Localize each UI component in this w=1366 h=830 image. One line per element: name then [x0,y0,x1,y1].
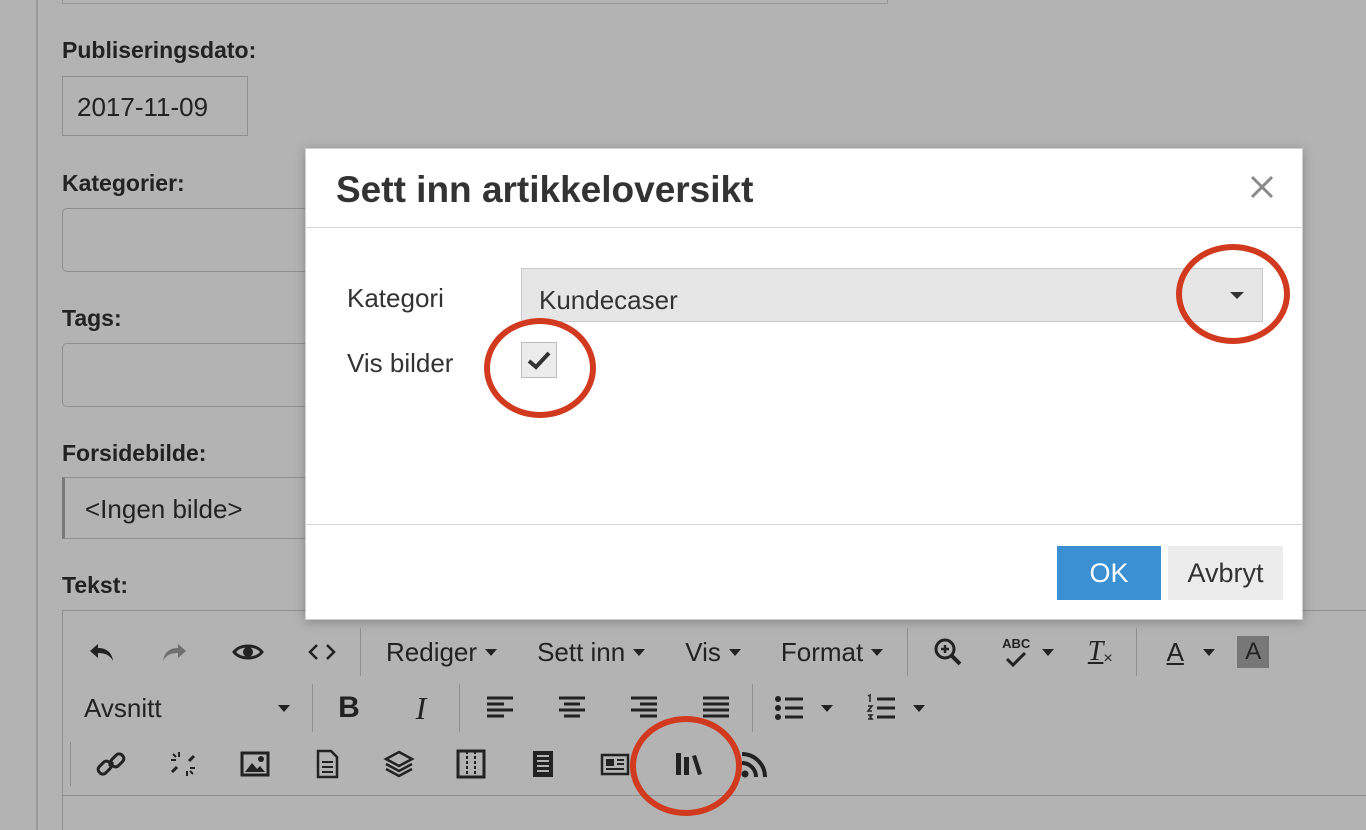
align-left-button[interactable] [482,686,518,730]
columns-icon [456,749,486,779]
insert-image-button[interactable] [237,742,273,786]
undo-button[interactable] [84,630,120,674]
clear-format-button[interactable]: T × [1080,630,1120,674]
toolbar-separator [459,684,460,732]
cover-image-label: Forsidebilde: [62,440,207,466]
unlink-icon [170,752,196,776]
toolbar-row-1: Rediger Sett inn Vis Format ABC T × A A [84,628,1270,676]
insert-rss-button[interactable] [737,742,773,786]
insert-document-button[interactable] [309,742,345,786]
menu-format[interactable]: Format [781,637,884,668]
link-icon [96,752,126,776]
category-select[interactable]: Kundecaser [521,268,1263,322]
bold-button[interactable]: B [329,686,369,730]
zoom-in-icon [934,638,962,666]
toolbar-separator [752,684,753,732]
cancel-button[interactable]: Avbryt [1168,546,1283,600]
bullet-list-button[interactable] [771,686,807,730]
align-right-icon [631,696,657,718]
image-icon [240,751,270,777]
bullet-list-dropdown-icon[interactable] [821,704,833,712]
search-replace-button[interactable] [928,630,968,674]
toolbar-separator [1136,628,1138,676]
category-label: Kategori [347,283,444,313]
tags-label: Tags: [62,305,122,331]
annotation-circle-toolbar-button [630,716,742,816]
annotation-circle-checkbox [484,318,596,418]
layers-icon [383,750,415,778]
clear-format-icon: T [1087,636,1104,667]
newspaper-icon [600,753,630,776]
insert-article-overview-dialog: Sett inn artikkeloversikt Kategori Kunde… [305,148,1303,620]
check-icon [1006,651,1027,667]
publish-date-input[interactable]: 2017-11-09 [62,76,248,136]
undo-icon [90,644,113,661]
italic-button[interactable]: I [401,686,441,730]
toolbar-separator [70,742,71,786]
block-format-select[interactable]: Avsnitt [84,693,294,724]
background-color-button[interactable]: A [1237,636,1270,668]
dialog-footer-divider [306,524,1302,525]
annotation-circle-dropdown [1176,244,1290,344]
toolbar-row-2: Avsnitt B I [84,684,925,732]
chevron-down-icon [871,648,884,656]
insert-link-button[interactable] [93,742,129,786]
background-color-icon: A [1245,638,1262,665]
insert-page-button[interactable] [525,742,561,786]
publish-date-label: Publiseringsdato: [62,37,257,63]
spellcheck-dropdown-icon[interactable] [1042,648,1055,656]
numbered-list-button[interactable] [863,686,899,730]
preview-button[interactable] [228,630,268,674]
chevron-down-icon [485,648,498,656]
menu-sett-inn[interactable]: Sett inn [537,637,646,668]
toolbar-separator [360,628,361,676]
align-center-button[interactable] [554,686,590,730]
align-left-icon [487,696,513,718]
insert-news-button[interactable] [597,742,633,786]
document-icon [316,749,339,779]
close-button[interactable] [1242,167,1282,207]
toolbar-separator [907,628,909,676]
categories-label: Kategorier: [62,170,185,196]
eye-icon [232,644,264,660]
chevron-down-icon [728,648,741,656]
spellcheck-icon: ABC [1002,636,1031,651]
insert-layers-button[interactable] [381,742,417,786]
source-code-button[interactable] [304,630,340,674]
code-icon [308,644,336,660]
menu-vis[interactable]: Vis [685,637,741,668]
show-images-label: Vis bilder [347,348,454,378]
menu-rediger[interactable]: Rediger [386,637,498,668]
insert-columns-button[interactable] [453,742,489,786]
font-color-dropdown-icon[interactable] [1203,648,1216,656]
dialog-header-divider [306,227,1302,228]
page-icon [533,751,553,777]
font-color-icon: A [1166,636,1184,667]
chevron-down-icon [633,648,646,656]
toolbar-separator [312,684,313,732]
rss-icon [741,752,767,778]
ok-button[interactable]: OK [1057,546,1161,600]
spellcheck-button[interactable]: ABC [994,630,1038,674]
redo-icon [163,644,186,661]
redo-button[interactable] [156,630,192,674]
page-left-border [36,0,38,830]
dialog-title: Sett inn artikkeloversikt [336,169,754,210]
bullet-list-icon [775,696,803,720]
text-label: Tekst: [62,572,129,598]
remove-link-button[interactable] [165,742,201,786]
title-field-edge [62,0,888,4]
chevron-down-icon [278,704,290,712]
align-center-icon [559,696,585,718]
close-icon [1250,175,1274,199]
numbered-list-dropdown-icon[interactable] [913,704,925,712]
font-color-button[interactable]: A [1157,630,1193,674]
numbered-list-icon [866,693,895,720]
